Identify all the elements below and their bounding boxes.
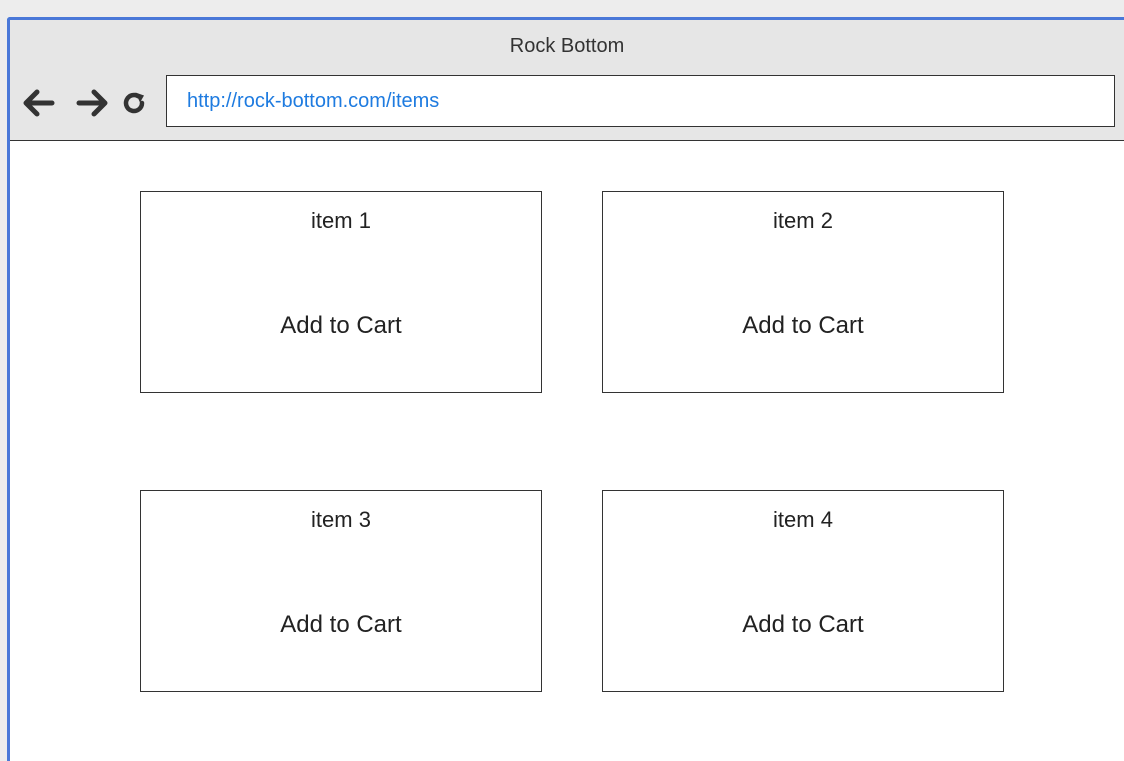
item-title: item 4 bbox=[773, 507, 833, 532]
item-card: item 1 Add to Cart bbox=[140, 191, 542, 393]
item-title: item 2 bbox=[773, 208, 833, 233]
address-bar[interactable]: http://rock-bottom.com/items bbox=[166, 75, 1115, 127]
item-card: item 2 Add to Cart bbox=[602, 191, 1004, 393]
add-to-cart-button[interactable]: Add to Cart bbox=[141, 312, 541, 340]
browser-window: Rock Bottom http://rock-bottom.com/items… bbox=[7, 17, 1124, 761]
item-card: item 3 Add to Cart bbox=[140, 490, 542, 692]
url-text: http://rock-bottom.com/items bbox=[187, 89, 440, 112]
item-title: item 3 bbox=[311, 507, 371, 532]
add-to-cart-button[interactable]: Add to Cart bbox=[603, 312, 1003, 340]
window-title: Rock Bottom bbox=[509, 35, 625, 57]
back-arrow-icon[interactable] bbox=[22, 86, 56, 120]
browser-chrome: Rock Bottom http://rock-bottom.com/items bbox=[10, 20, 1124, 141]
reload-icon[interactable] bbox=[117, 86, 151, 120]
add-to-cart-button[interactable]: Add to Cart bbox=[141, 611, 541, 639]
add-to-cart-button[interactable]: Add to Cart bbox=[603, 611, 1003, 639]
item-title: item 1 bbox=[311, 208, 371, 233]
item-card: item 4 Add to Cart bbox=[602, 490, 1004, 692]
forward-arrow-icon[interactable] bbox=[75, 86, 109, 120]
